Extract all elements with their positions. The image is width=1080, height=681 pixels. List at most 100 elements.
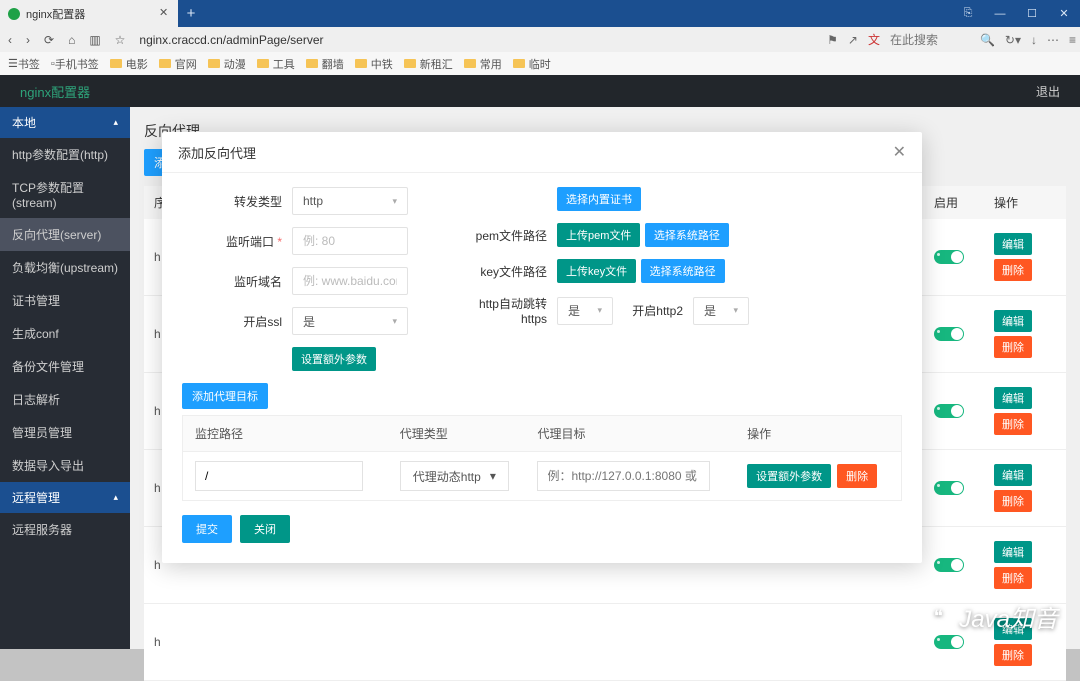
sidebar-item-conf[interactable]: 生成conf: [0, 317, 130, 350]
bookmark-folder[interactable]: 工具: [257, 56, 295, 72]
bookmark-folder[interactable]: 官网: [159, 56, 197, 72]
bookmark-folder[interactable]: 动漫: [208, 56, 246, 72]
refresh-dropdown-icon[interactable]: ↻▾: [1005, 33, 1021, 47]
sidebar-item-backup[interactable]: 备份文件管理: [0, 350, 130, 383]
forward-icon[interactable]: ›: [26, 33, 30, 47]
th-proxy-type: 代理类型: [388, 416, 526, 451]
select-cert-button[interactable]: 选择内置证书: [557, 187, 641, 211]
watermark: ❝ Java知音: [923, 599, 1058, 634]
th-ops: 操作: [735, 416, 901, 451]
edit-button[interactable]: 编辑: [994, 233, 1032, 255]
wechat-icon: ❝: [923, 602, 953, 632]
flag-icon[interactable]: ⚑: [827, 33, 838, 47]
sidebar-section-remote[interactable]: 远程管理▴: [0, 482, 130, 513]
enable-toggle[interactable]: [934, 635, 964, 649]
minimize-icon[interactable]: —: [984, 0, 1016, 27]
enable-toggle[interactable]: [934, 558, 964, 572]
tab-title: nginx配置器: [26, 6, 85, 22]
delete-button[interactable]: 删除: [994, 336, 1032, 358]
listen-domain-input[interactable]: [292, 267, 408, 295]
proxy-type-select[interactable]: 代理动态http▾: [400, 461, 509, 491]
delete-button[interactable]: 删除: [994, 567, 1032, 589]
add-proxy-target-button[interactable]: 添加代理目标: [182, 383, 268, 409]
th-proxy-target: 代理目标: [525, 416, 735, 451]
edit-button[interactable]: 编辑: [994, 464, 1032, 486]
sidebar-item-remote-server[interactable]: 远程服务器: [0, 513, 130, 546]
mobile-bookmarks[interactable]: ▫ 手机书签: [51, 56, 99, 72]
enable-toggle[interactable]: [934, 250, 964, 264]
forward-type-select[interactable]: http▾: [292, 187, 408, 215]
listen-port-input[interactable]: [292, 227, 408, 255]
row-delete-button[interactable]: 删除: [837, 464, 877, 488]
new-tab-button[interactable]: +: [178, 0, 204, 27]
close-tab-icon[interactable]: ✕: [159, 8, 170, 19]
win-menu-icon[interactable]: ⎘: [952, 0, 984, 27]
enable-http2-select[interactable]: 是▾: [693, 297, 749, 325]
http-to-https-select[interactable]: 是▾: [557, 297, 613, 325]
sidebar-item-tcp[interactable]: TCP参数配置(stream): [0, 171, 130, 218]
download-icon[interactable]: ↓: [1031, 33, 1037, 47]
share-icon[interactable]: ↗: [848, 33, 858, 47]
select-key-path-button[interactable]: 选择系统路径: [641, 259, 725, 283]
address-text[interactable]: nginx.craccd.cn/adminPage/server: [139, 33, 323, 47]
bookmark-folder[interactable]: 电影: [110, 56, 148, 72]
sidebar-item-http[interactable]: http参数配置(http): [0, 138, 130, 171]
edit-button[interactable]: 编辑: [994, 387, 1032, 409]
enable-ssl-select[interactable]: 是▾: [292, 307, 408, 335]
favicon: [8, 8, 20, 20]
modal-title: 添加反向代理: [178, 143, 256, 162]
sidebar-item-log[interactable]: 日志解析: [0, 383, 130, 416]
edit-button[interactable]: 编辑: [994, 541, 1032, 563]
select-pem-path-button[interactable]: 选择系统路径: [645, 223, 729, 247]
bookmark-folder[interactable]: 临时: [513, 56, 551, 72]
delete-button[interactable]: 删除: [994, 259, 1032, 281]
bookmark-folder[interactable]: 常用: [464, 56, 502, 72]
monitor-path-input[interactable]: [195, 461, 363, 491]
add-proxy-modal: 添加反向代理 ✕ 转发类型http▾ 监听端口 * 监听域名 开启ssl是▾ 设…: [162, 132, 922, 563]
home-icon[interactable]: ⌂: [68, 33, 75, 47]
chevron-down-icon: ▾: [392, 196, 397, 207]
close-window-icon[interactable]: ✕: [1048, 0, 1080, 27]
browser-tab[interactable]: nginx配置器 ✕: [0, 0, 178, 27]
bookmarks-menu[interactable]: ☰ 书签: [8, 56, 40, 72]
sidebar-section-local[interactable]: 本地▴: [0, 107, 130, 138]
upload-key-button[interactable]: 上传key文件: [557, 259, 636, 283]
submit-button[interactable]: 提交: [182, 515, 232, 543]
edit-button[interactable]: 编辑: [994, 310, 1032, 332]
sidebar-item-upstream[interactable]: 负载均衡(upstream): [0, 251, 130, 284]
th-monitor-path: 监控路径: [183, 416, 388, 451]
bookmark-folder[interactable]: 翻墙: [306, 56, 344, 72]
sidebar-item-cert[interactable]: 证书管理: [0, 284, 130, 317]
row-extra-params-button[interactable]: 设置额外参数: [747, 464, 831, 488]
sidebar-item-admin[interactable]: 管理员管理: [0, 416, 130, 449]
reload-icon[interactable]: ⟳: [44, 33, 54, 47]
close-button[interactable]: 关闭: [240, 515, 290, 543]
logout-link[interactable]: 退出: [1036, 83, 1060, 100]
sidebar-item-import[interactable]: 数据导入导出: [0, 449, 130, 482]
delete-button[interactable]: 删除: [994, 413, 1032, 435]
reader-icon[interactable]: ▥: [89, 33, 100, 47]
sidebar-item-server[interactable]: 反向代理(server): [0, 218, 130, 251]
star-icon[interactable]: ☆: [115, 33, 126, 47]
maximize-icon[interactable]: ☐: [1016, 0, 1048, 27]
close-icon[interactable]: ✕: [893, 142, 906, 162]
extra-params-button[interactable]: 设置额外参数: [292, 347, 376, 371]
delete-button[interactable]: 删除: [994, 644, 1032, 666]
search-input[interactable]: [890, 33, 970, 47]
delete-button[interactable]: 删除: [994, 490, 1032, 512]
back-icon[interactable]: ‹: [8, 33, 12, 47]
enable-toggle[interactable]: [934, 481, 964, 495]
bookmark-folder[interactable]: 新租汇: [404, 56, 453, 72]
enable-toggle[interactable]: [934, 327, 964, 341]
hamburger-icon[interactable]: ≡: [1069, 33, 1076, 47]
chevron-up-icon: ▴: [113, 117, 118, 128]
translate-icon[interactable]: 文: [868, 31, 880, 48]
upload-pem-button[interactable]: 上传pem文件: [557, 223, 640, 247]
proxy-target-input[interactable]: [537, 461, 710, 491]
enable-toggle[interactable]: [934, 404, 964, 418]
menu-icon[interactable]: ⋯: [1047, 33, 1059, 47]
chevron-up-icon: ▴: [113, 492, 118, 503]
search-icon[interactable]: 🔍: [980, 33, 995, 47]
app-logo: nginx配置器: [20, 82, 90, 101]
bookmark-folder[interactable]: 中铁: [355, 56, 393, 72]
